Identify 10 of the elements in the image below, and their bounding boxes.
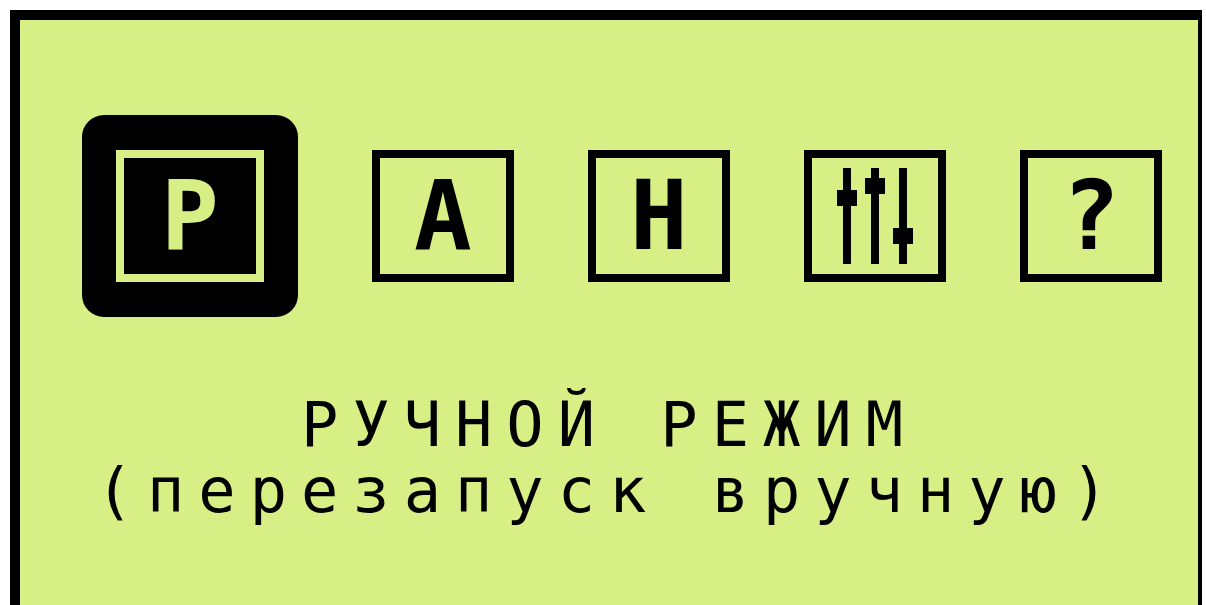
mode-subtitle: (перезапуск вручную) [95, 458, 1123, 524]
menu-label: Н [630, 168, 688, 264]
menu-item[interactable]: ? [1020, 150, 1162, 282]
menu-label: А [414, 168, 472, 264]
menu-item[interactable]: Р [82, 115, 298, 317]
menu-label: ? [1062, 168, 1120, 264]
menu-item[interactable]: А [372, 150, 514, 282]
menu-item[interactable] [804, 150, 946, 282]
menu-item[interactable]: Н [588, 150, 730, 282]
menu-label: Р [161, 168, 219, 264]
